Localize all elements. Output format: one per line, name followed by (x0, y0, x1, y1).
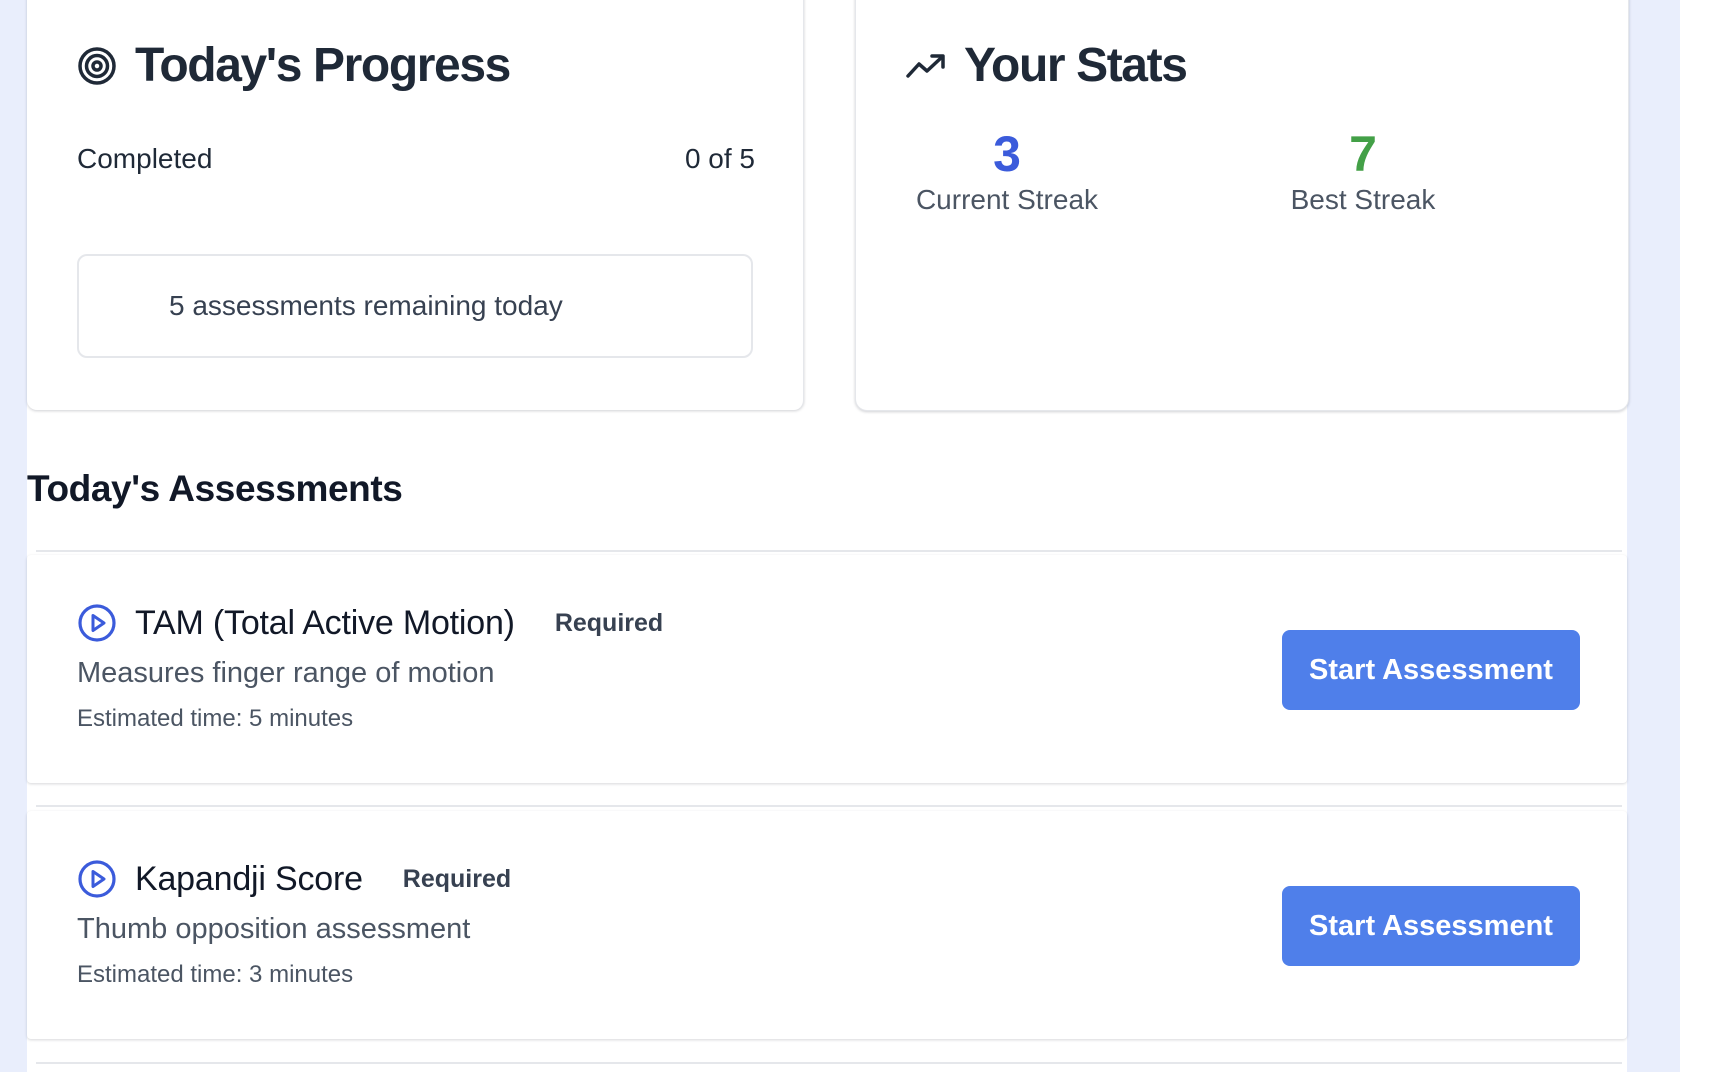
best-streak-label: Best Streak (1290, 184, 1436, 215)
current-streak-value: 3 (993, 126, 1021, 182)
progress-card-title: Today's Progress (135, 39, 511, 92)
assessment-estimated-time: Estimated time: 3 minutes (77, 961, 354, 988)
current-streak-stat: 3 Current Streak (857, 126, 1157, 216)
assessment-estimated-time: Estimated time: 5 minutes (77, 705, 354, 732)
progress-card-header: Today's Progress (77, 39, 511, 92)
divider (36, 805, 1622, 807)
assessment-title-row: Kapandji Score Required (77, 859, 511, 899)
assessment-title-row: TAM (Total Active Motion) Required (77, 603, 663, 643)
completed-row: Completed 0 of 5 (77, 143, 755, 175)
play-circle-icon (77, 859, 117, 899)
completed-value: 0 of 5 (684, 143, 755, 174)
target-icon (77, 46, 117, 86)
assessment-name: TAM (Total Active Motion) (135, 603, 515, 642)
current-streak-label: Current Streak (915, 184, 1099, 215)
assessment-description: Measures finger range of motion (77, 657, 495, 689)
completed-label: Completed (77, 143, 213, 174)
assessments-section-title: Today's Assessments (27, 468, 403, 509)
divider (36, 1062, 1622, 1064)
stats-card-title: Your Stats (964, 39, 1188, 92)
best-streak-stat: 7 Best Streak (1213, 126, 1513, 216)
progress-card: Today's Progress Completed 0 of 5 5 asse… (27, 0, 804, 410)
best-streak-value: 7 (1349, 126, 1377, 182)
required-badge: Required (402, 864, 512, 893)
required-badge: Required (554, 608, 664, 637)
assessment-description: Thumb opposition assessment (77, 913, 471, 945)
assessment-card-kapandji: Kapandji Score Required Thumb opposition… (27, 811, 1627, 1039)
remaining-assessments-box: 5 assessments remaining today (77, 254, 753, 358)
play-circle-icon (77, 603, 117, 643)
stats-card-header: Your Stats (906, 39, 1188, 92)
divider (36, 550, 1622, 552)
start-assessment-button[interactable]: Start Assessment (1282, 886, 1580, 966)
trending-up-icon (906, 51, 946, 81)
assessment-name: Kapandji Score (135, 859, 363, 898)
stats-card: Your Stats 3 Current Streak 7 Best Strea… (855, 0, 1629, 411)
assessment-card-tam: TAM (Total Active Motion) Required Measu… (27, 555, 1627, 783)
start-assessment-button[interactable]: Start Assessment (1282, 630, 1580, 710)
remaining-text: 5 assessments remaining today (169, 290, 563, 321)
